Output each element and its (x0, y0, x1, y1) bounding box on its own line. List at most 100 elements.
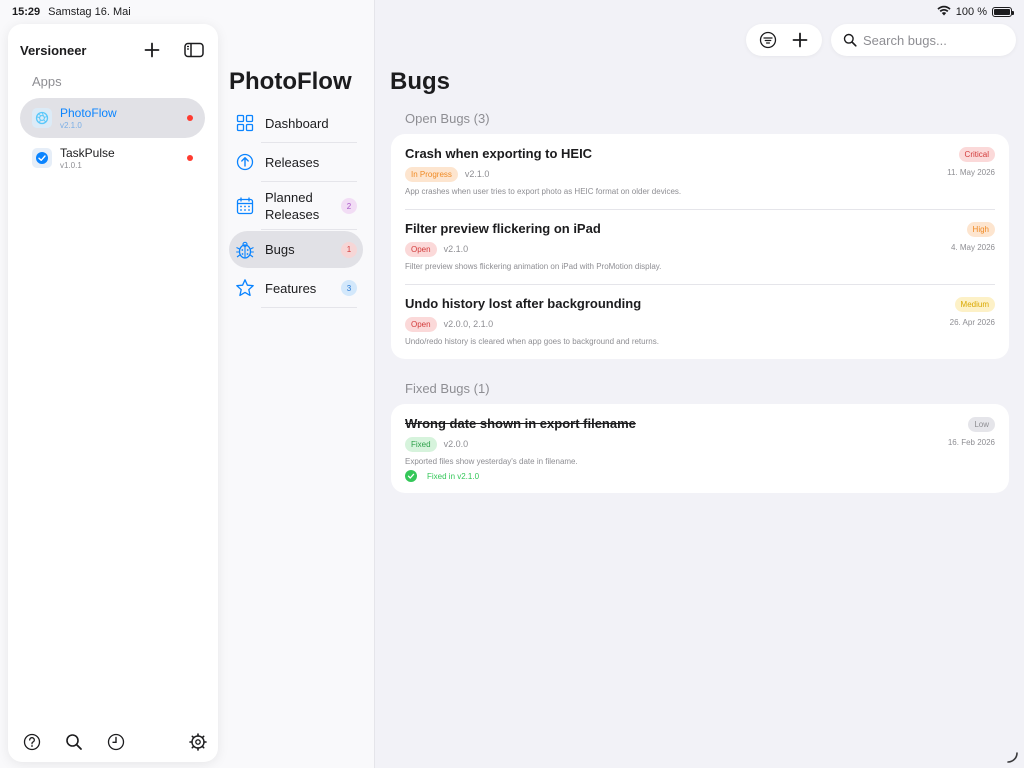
main-content: Bugs Open Bugs (3) Crash when exporting … (376, 0, 1024, 768)
bug-description: Filter preview shows flickering animatio… (405, 262, 662, 271)
section-header-fixed: Fixed Bugs (1) (405, 381, 490, 396)
section-header-open: Open Bugs (3) (405, 111, 490, 126)
bug-description: Undo/redo history is cleared when app go… (405, 337, 659, 346)
nav-label: Bugs (265, 242, 295, 257)
severity-badge: Medium (954, 297, 995, 312)
bug-date: 4. May 2026 (950, 243, 995, 252)
fixed-bugs-card: Wrong date shown in export filename Low … (391, 404, 1009, 493)
nav-label: Dashboard (265, 115, 329, 131)
gear-icon (189, 733, 207, 751)
plus-icon (792, 32, 808, 48)
apps-footer (20, 730, 210, 754)
bug-date: 16. Feb 2026 (947, 438, 995, 447)
affected-versions: v2.0.0, 2.1.0 (443, 319, 494, 329)
affected-versions: v2.0.0 (443, 439, 469, 449)
bug-title: Undo history lost after backgrounding (405, 296, 642, 311)
app-item-photoflow[interactable]: PhotoFlow v2.1.0 (20, 98, 205, 138)
divider (261, 142, 357, 143)
nav-item-features[interactable]: Features 3 (229, 275, 363, 301)
search-input[interactable] (863, 32, 1003, 48)
search-icon (66, 734, 82, 750)
apps-panel: Versioneer Apps PhotoFlow v2.1.0 TaskPul… (8, 24, 218, 762)
nav-item-planned-releases[interactable]: Planned Releases 2 (229, 188, 363, 224)
status-bar: 15:29 Samstag 16. Mai 100 % (0, 0, 1024, 24)
bug-row[interactable]: Crash when exporting to HEIC Critical In… (391, 134, 1009, 209)
app-name: PhotoFlow (60, 106, 117, 120)
arrow-up-circle-icon (233, 150, 257, 174)
affected-versions: v2.1.0 (464, 169, 490, 179)
affected-versions: v2.1.0 (443, 244, 469, 254)
search-field[interactable] (831, 24, 1016, 56)
camera-aperture-icon (32, 108, 52, 128)
add-bug-button[interactable] (786, 26, 814, 54)
bug-title: Filter preview flickering on iPad (405, 221, 601, 236)
app-version: v1.0.1 (60, 161, 82, 170)
clock-icon (107, 733, 125, 751)
count-badge: 2 (341, 198, 357, 214)
severity-badge: Low (968, 417, 995, 432)
calendar-icon (233, 194, 257, 218)
status-badge: Fixed (405, 436, 437, 452)
nav-label: Features (265, 280, 317, 296)
filter-button[interactable] (754, 26, 782, 54)
divider (261, 229, 357, 230)
star-icon (233, 276, 257, 300)
search-button[interactable] (62, 730, 86, 754)
bug-description: Exported files show yesterday's date in … (405, 457, 578, 466)
toolbar (746, 24, 822, 56)
severity-badge: Critical (958, 147, 995, 162)
fixed-in-version: Fixed in v2.1.0 (427, 471, 480, 481)
question-circle-icon (23, 733, 41, 751)
sidebar-icon (184, 42, 204, 58)
nav-item-releases[interactable]: Releases (229, 149, 363, 175)
unread-dot (187, 155, 193, 161)
status-date: Samstag 16. Mai (48, 6, 131, 18)
wifi-icon (937, 5, 951, 19)
open-bugs-card: Crash when exporting to HEIC Critical In… (391, 134, 1009, 359)
status-badge: Open (405, 316, 437, 332)
resize-handle-icon[interactable] (1006, 750, 1018, 763)
plus-icon (144, 42, 160, 58)
bug-row[interactable]: Filter preview flickering on iPad High O… (391, 209, 1009, 284)
ladybug-icon (233, 238, 257, 262)
severity-badge: High (966, 222, 995, 237)
history-button[interactable] (104, 730, 128, 754)
nav-label: Planned Releases (265, 190, 320, 222)
project-title: PhotoFlow (229, 68, 352, 95)
bug-date: 11. May 2026 (947, 168, 995, 177)
nav-item-bugs[interactable]: Bugs 1 (229, 231, 363, 268)
bug-description: App crashes when user tries to export ph… (405, 187, 682, 196)
bug-row[interactable]: Undo history lost after backgrounding Me… (391, 284, 1009, 359)
nav-label: Releases (265, 154, 320, 170)
apps-section-label: Apps (32, 74, 62, 89)
nav-item-dashboard[interactable]: Dashboard (229, 110, 363, 136)
battery-icon (992, 7, 1014, 17)
add-app-button[interactable] (140, 38, 164, 62)
bug-row[interactable]: Wrong date shown in export filename Low … (391, 404, 1009, 493)
app-name: TaskPulse (60, 146, 115, 160)
status-time: 15:29 (12, 6, 41, 18)
battery-percent: 100 % (955, 6, 987, 18)
apps-header: Versioneer (20, 34, 206, 66)
divider (261, 181, 357, 182)
settings-button[interactable] (186, 730, 210, 754)
app-title: Versioneer (20, 42, 87, 58)
count-badge: 1 (341, 241, 357, 258)
count-badge: 3 (341, 280, 357, 296)
unread-dot (187, 115, 193, 121)
app-item-taskpulse[interactable]: TaskPulse v1.0.1 (20, 138, 205, 178)
bug-title: Wrong date shown in export filename (405, 416, 636, 431)
status-badge: In Progress (405, 166, 458, 182)
toggle-sidebar-button[interactable] (182, 38, 206, 62)
divider (261, 307, 357, 308)
help-button[interactable] (20, 730, 44, 754)
filter-icon (759, 31, 777, 49)
search-icon (843, 33, 857, 47)
app-version: v2.1.0 (60, 121, 82, 130)
bug-title: Crash when exporting to HEIC (405, 146, 593, 161)
checkmark-circle-icon (405, 470, 417, 482)
page-title: Bugs (390, 68, 450, 95)
bug-date: 26. Apr 2026 (949, 318, 995, 327)
status-badge: Open (405, 241, 437, 257)
grid-icon (233, 111, 257, 135)
